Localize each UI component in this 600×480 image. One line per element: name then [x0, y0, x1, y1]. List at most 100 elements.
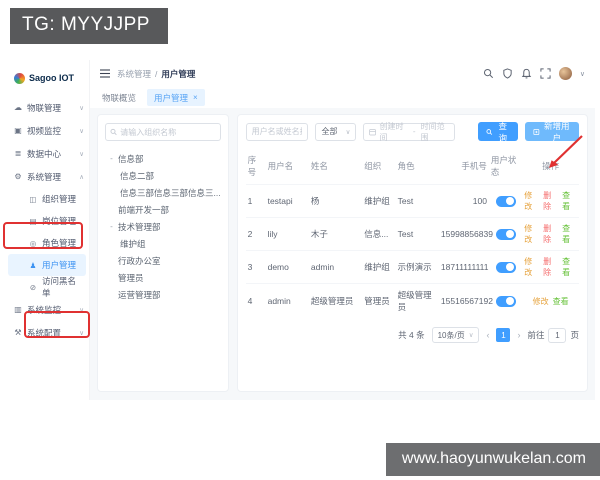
- chevron-down-icon[interactable]: ∨: [580, 70, 585, 78]
- collapse-icon[interactable]: -: [108, 222, 115, 231]
- delete-link[interactable]: 删除: [543, 256, 558, 278]
- view-link[interactable]: 查看: [553, 296, 569, 307]
- col-no: 序号: [247, 155, 257, 177]
- tab-user-management[interactable]: 用户管理 ×: [147, 89, 205, 106]
- user-table-panel: 全部 ∨ 创建时间 - 时间范围: [236, 114, 588, 392]
- monitor-icon: ▣: [14, 126, 22, 135]
- chevron-down-icon: ∨: [79, 127, 84, 135]
- add-user-button[interactable]: 新增用户: [524, 121, 580, 143]
- sidebar-item-iot-management[interactable]: ☁ 物联管理 ∨: [5, 96, 89, 119]
- monitoring-icon: ▥: [14, 305, 22, 314]
- tree-node[interactable]: 管理员: [105, 269, 221, 286]
- tg-watermark-banner: TG: MYYJJPP: [10, 8, 168, 44]
- prev-page-button[interactable]: ‹: [486, 330, 489, 340]
- sidebar-item-system-configuration[interactable]: ⚒ 系统配置 ∨: [5, 321, 89, 344]
- tree-node[interactable]: - 信息部: [105, 150, 221, 167]
- status-toggle[interactable]: [495, 295, 516, 307]
- goto-page: 前往 页: [527, 327, 579, 343]
- view-link[interactable]: 查看: [562, 256, 577, 278]
- sidebar-item-role-management[interactable]: ◎ 角色管理: [5, 232, 89, 254]
- edit-link[interactable]: 修改: [533, 296, 549, 307]
- status-toggle[interactable]: [495, 261, 516, 273]
- page-number-button[interactable]: 1: [496, 328, 511, 342]
- next-page-button[interactable]: ›: [517, 330, 520, 340]
- tab-iot-overview[interactable]: 物联概览: [102, 92, 136, 104]
- sidebar-item-label: 访问黑名单: [42, 276, 77, 298]
- sidebar-item-position-management[interactable]: ▤ 岗位管理: [5, 210, 89, 232]
- edit-link[interactable]: 修改: [524, 256, 539, 278]
- total-count: 共 4 条: [398, 330, 425, 340]
- chevron-down-icon: ∨: [79, 306, 84, 314]
- status-select[interactable]: 全部 ∨: [315, 122, 357, 141]
- page-size-select[interactable]: 10条/页 ∨: [431, 327, 480, 343]
- sidebar-item-label: 角色管理: [42, 238, 77, 248]
- sidebar-item-video-monitoring[interactable]: ▣ 视频监控 ∨: [5, 119, 89, 142]
- organization-tree: - 信息部 信息二部 信息三部信息三部信息三... 前端开发一部 - 技术管理部 维…: [105, 150, 221, 303]
- table-header-row: 序号 用户名 姓名 组织 角色 手机号 用户状态 操作: [246, 148, 579, 185]
- sidebar-item-label: 物联管理: [27, 102, 62, 113]
- tree-node[interactable]: - 技术管理部: [105, 218, 221, 235]
- sidebar-item-access-blacklist[interactable]: ⊘ 访问黑名单: [5, 276, 89, 298]
- sidebar-item-organization-management[interactable]: ◫ 组织管理: [5, 188, 89, 210]
- app-logo[interactable]: Sagoo IOT: [5, 66, 89, 90]
- calendar-icon: [369, 128, 377, 135]
- fullscreen-icon[interactable]: [540, 68, 551, 79]
- keyword-search-input[interactable]: [251, 127, 303, 136]
- tree-node[interactable]: 前端开发一部: [105, 201, 221, 218]
- status-toggle[interactable]: [495, 195, 516, 207]
- sidebar-item-system-monitoring[interactable]: ▥ 系统监控 ∨: [5, 298, 89, 321]
- edit-link[interactable]: 修改: [524, 190, 539, 212]
- delete-link[interactable]: 删除: [543, 223, 558, 245]
- view-link[interactable]: 查看: [562, 190, 577, 212]
- org-search-box: [105, 123, 221, 141]
- sidebar-item-system-management[interactable]: ⚙ 系统管理 ∧: [5, 165, 89, 188]
- sidebar-item-label: 组织管理: [42, 194, 77, 204]
- query-button[interactable]: 查询: [478, 121, 518, 143]
- app-window: Sagoo IOT ☁ 物联管理 ∨ ▣ 视频监控 ∨ ≣ 数据中心 ∨ ⚙ 系…: [5, 60, 595, 400]
- chevron-down-icon: ∨: [345, 128, 351, 136]
- avatar[interactable]: [558, 67, 572, 80]
- close-icon[interactable]: ×: [193, 93, 198, 102]
- col-name: 姓名: [310, 161, 328, 171]
- tree-node[interactable]: 行政办公室: [105, 252, 221, 269]
- col-actions: 操作: [542, 161, 560, 171]
- sidebar-item-label: 系统管理: [27, 171, 62, 182]
- tree-node[interactable]: 维护组: [105, 235, 221, 252]
- pagination: 共 4 条 10条/页 ∨ ‹ 1 › 前往 页: [246, 327, 579, 343]
- delete-link[interactable]: 删除: [543, 190, 558, 212]
- shield-icon[interactable]: [502, 68, 513, 79]
- gear-icon: ⚙: [14, 172, 22, 181]
- tree-node[interactable]: 信息三部信息三部信息三...: [105, 184, 221, 201]
- view-link[interactable]: 查看: [562, 223, 577, 245]
- status-toggle[interactable]: [495, 228, 516, 240]
- search-icon[interactable]: [483, 68, 494, 79]
- tree-node[interactable]: 信息二部: [105, 167, 221, 184]
- breadcrumb-section[interactable]: 系统管理: [117, 68, 151, 80]
- hamburger-icon[interactable]: [100, 69, 110, 78]
- goto-page-input[interactable]: [548, 327, 567, 343]
- config-icon: ⚒: [14, 328, 22, 337]
- sidebar-item-label: 岗位管理: [42, 216, 77, 226]
- breadcrumb-separator: /: [155, 68, 158, 79]
- bell-icon[interactable]: [521, 68, 532, 79]
- collapse-icon[interactable]: -: [108, 154, 115, 163]
- edit-link[interactable]: 修改: [524, 223, 539, 245]
- sidebar-item-data-center[interactable]: ≣ 数据中心 ∨: [5, 142, 89, 165]
- table-row: 2 lily 木子 信息... Test 15998856839 修改 删除 查…: [245, 217, 579, 251]
- col-role: 角色: [397, 161, 415, 171]
- user-table: 序号 用户名 姓名 组织 角色 手机号 用户状态 操作 1 testapi 杨 …: [245, 148, 579, 318]
- filter-bar: 全部 ∨ 创建时间 - 时间范围: [245, 121, 580, 143]
- user-icon: ♟: [29, 260, 37, 270]
- tree-node[interactable]: 运营管理部: [105, 286, 221, 303]
- sidebar-item-user-management[interactable]: ♟ 用户管理: [8, 254, 86, 276]
- chevron-up-icon: ∧: [79, 173, 84, 181]
- sidebar-item-label: 视频监控: [27, 125, 62, 136]
- table-row: 4 admin 超级管理员 管理员 超级管理员 15516567192 修改 查…: [245, 283, 579, 318]
- org-search-input[interactable]: [120, 127, 216, 137]
- date-range-picker[interactable]: 创建时间 - 时间范围: [363, 122, 456, 142]
- breadcrumb: 系统管理 / 用户管理: [117, 68, 195, 80]
- main-area: 系统管理 / 用户管理 ∨ 物联概览 用户管理 × 请输入组织名称 - 信息部 …: [89, 60, 595, 400]
- sidebar-item-label: 系统配置: [27, 327, 62, 338]
- tab-label: 用户管理: [154, 92, 189, 103]
- sidebar-item-label: 数据中心: [27, 148, 62, 159]
